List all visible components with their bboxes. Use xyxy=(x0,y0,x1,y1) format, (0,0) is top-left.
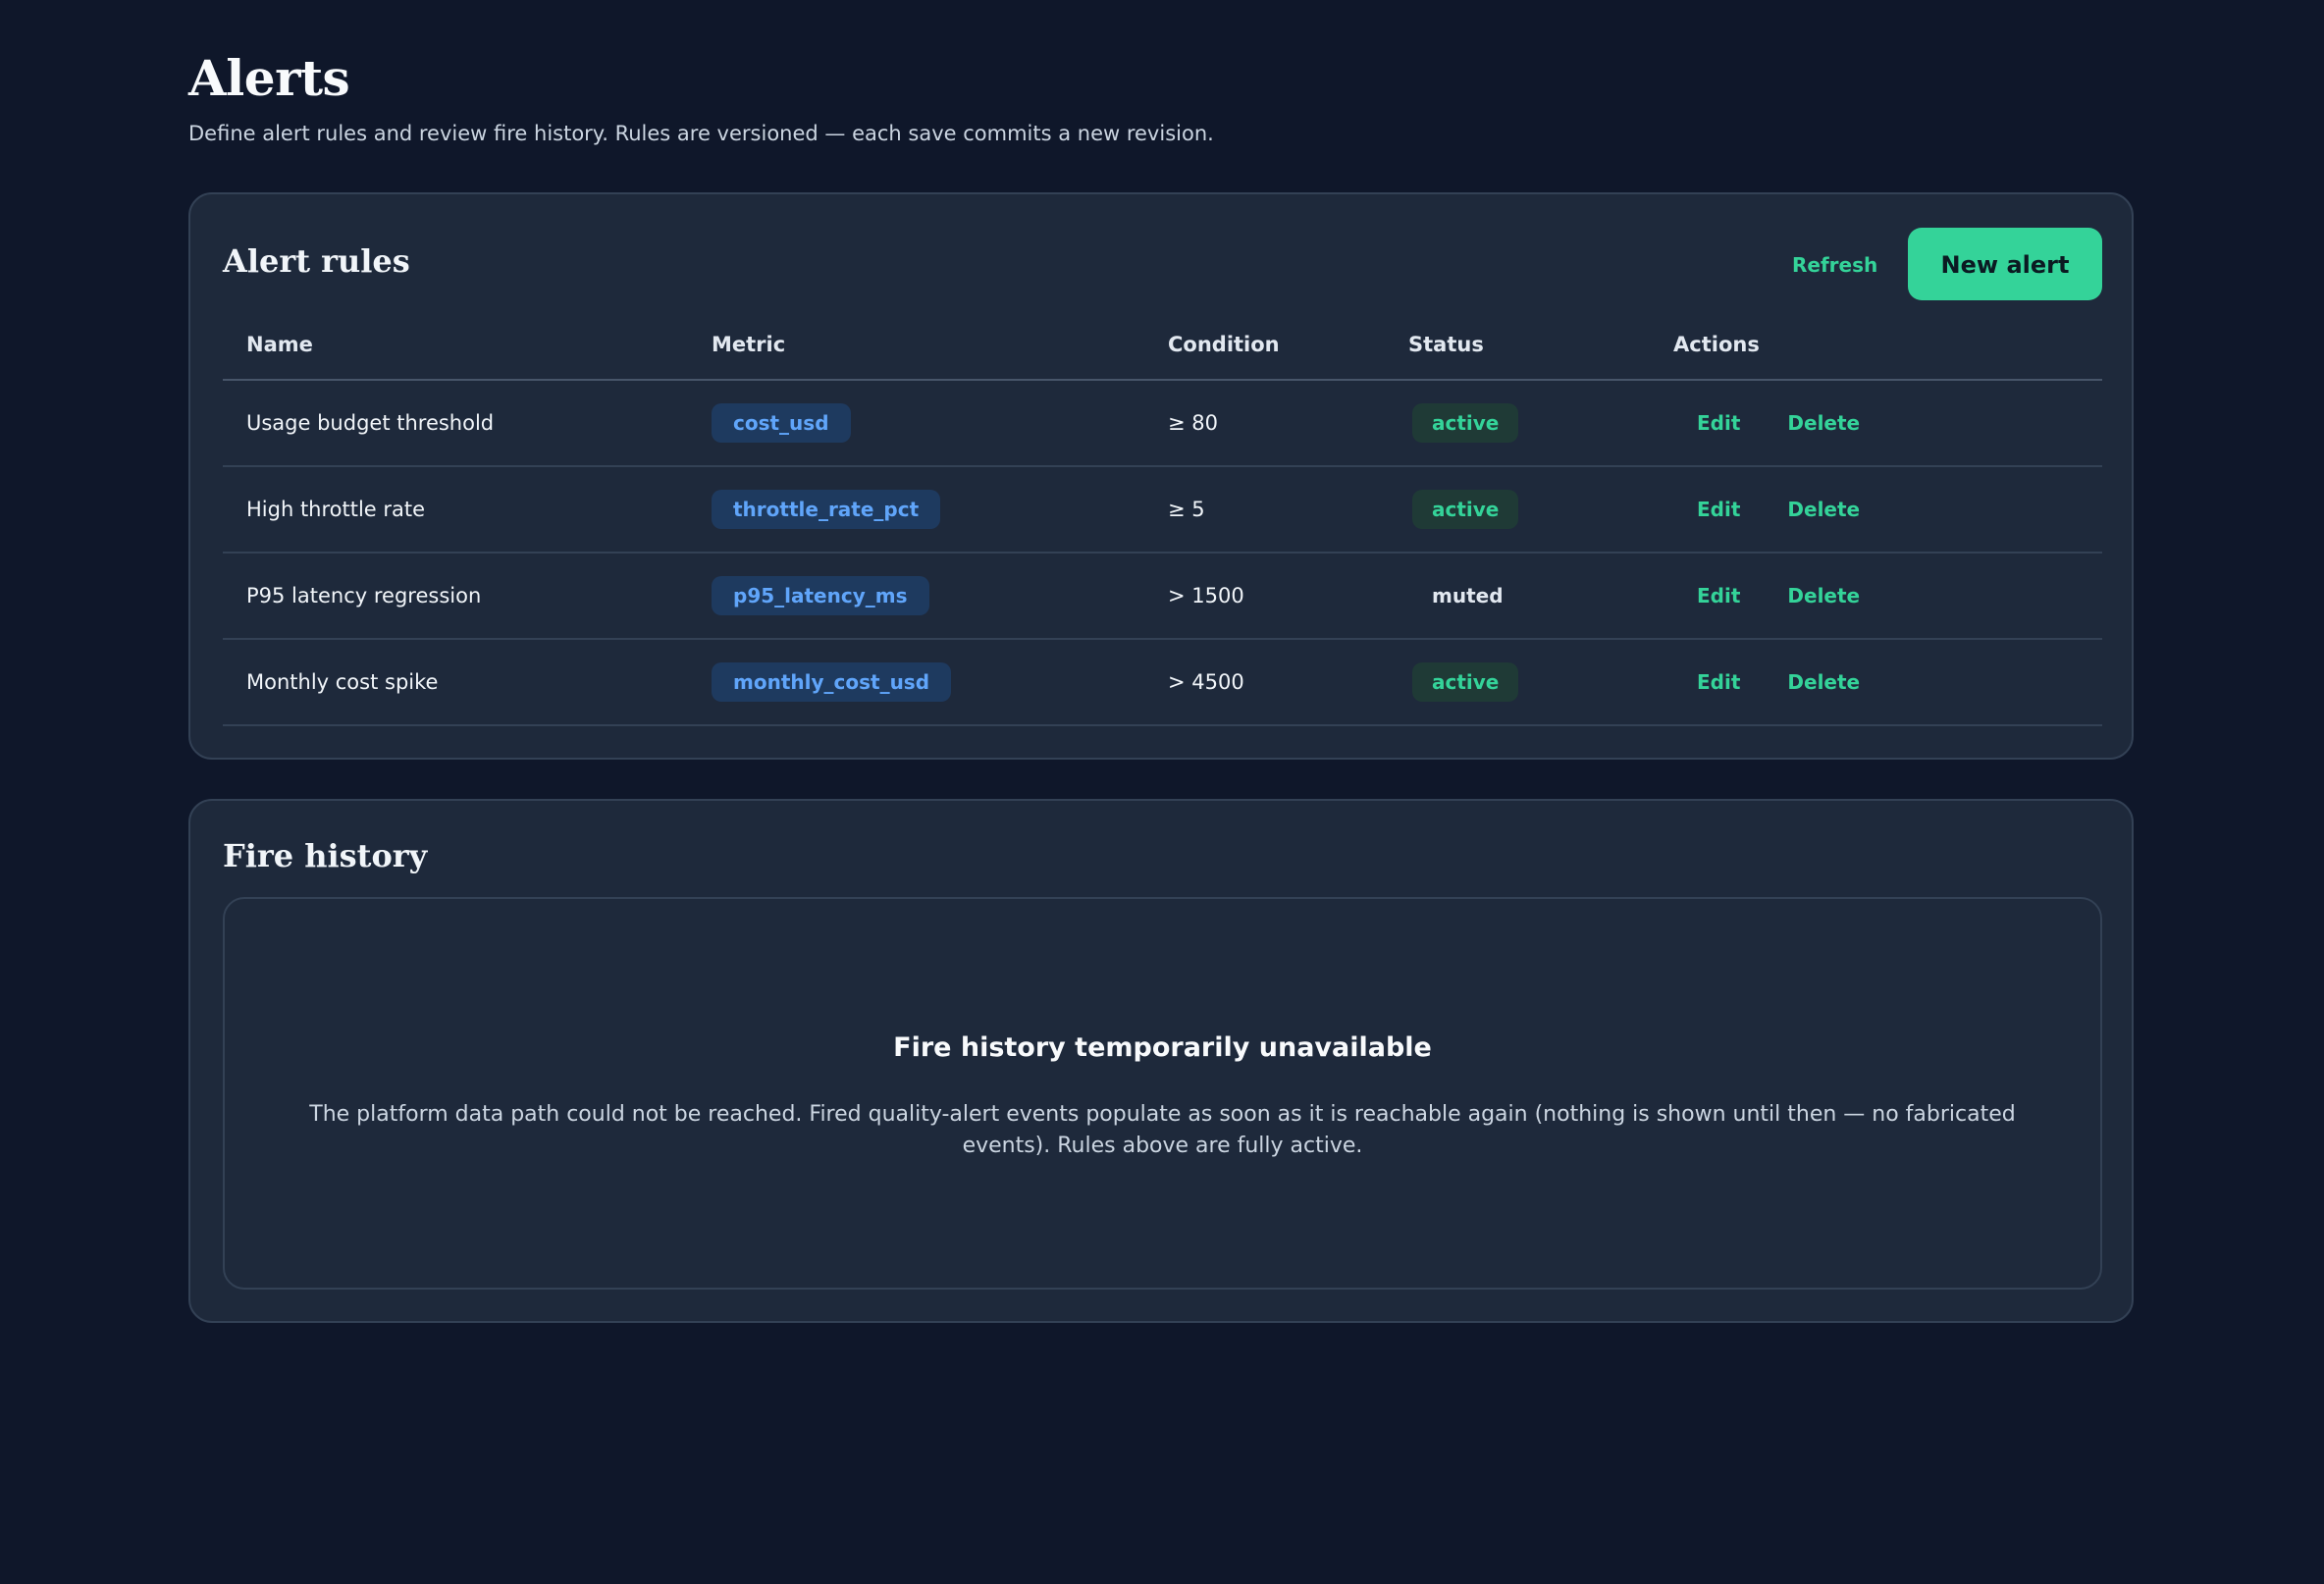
empty-state-message: The platform data path could not be reac… xyxy=(309,1102,2016,1158)
delete-button[interactable]: Delete xyxy=(1764,662,1883,702)
fire-history-empty-state: Fire history temporarily unavailable The… xyxy=(223,897,2102,1290)
page-title: Alerts xyxy=(188,49,350,107)
empty-state-heading: Fire history temporarily unavailable xyxy=(893,1032,1432,1063)
rule-name: P95 latency regression xyxy=(223,553,688,640)
delete-button[interactable]: Delete xyxy=(1764,576,1883,615)
alert-rules-table: Name Metric Condition Status Actions Usa… xyxy=(223,310,2102,726)
delete-button[interactable]: Delete xyxy=(1764,490,1883,529)
alert-rules-card: Alert rules Refresh New alert Name Metri… xyxy=(188,192,2134,760)
rule-condition: ≥ 80 xyxy=(1144,380,1385,467)
edit-button[interactable]: Edit xyxy=(1673,662,1764,702)
rule-name: Usage budget threshold xyxy=(223,380,688,467)
table-row: Usage budget threshold cost_usd ≥ 80 act… xyxy=(223,380,2102,467)
column-header-name: Name xyxy=(223,310,688,381)
status-badge: active xyxy=(1412,490,1519,529)
status-badge: active xyxy=(1412,662,1519,702)
table-header-row: Name Metric Condition Status Actions xyxy=(223,310,2102,381)
page-subtitle: Define alert rules and review fire histo… xyxy=(188,122,1214,145)
fire-history-card: Fire history Fire history temporarily un… xyxy=(188,799,2134,1323)
metric-chip: p95_latency_ms xyxy=(712,576,929,615)
edit-button[interactable]: Edit xyxy=(1673,490,1764,529)
rule-name: Monthly cost spike xyxy=(223,639,688,726)
metric-chip: monthly_cost_usd xyxy=(712,662,952,702)
delete-button[interactable]: Delete xyxy=(1764,403,1883,443)
fire-history-title: Fire history xyxy=(223,837,428,874)
column-header-actions: Actions xyxy=(1650,310,2102,381)
column-header-status: Status xyxy=(1385,310,1650,381)
rule-condition: > 1500 xyxy=(1144,553,1385,640)
rule-condition: ≥ 5 xyxy=(1144,466,1385,554)
status-badge: muted xyxy=(1432,584,1504,607)
metric-chip: throttle_rate_pct xyxy=(712,490,941,529)
column-header-condition: Condition xyxy=(1144,310,1385,381)
edit-button[interactable]: Edit xyxy=(1673,403,1764,443)
status-badge: active xyxy=(1412,403,1519,443)
rule-name: High throttle rate xyxy=(223,466,688,554)
refresh-button[interactable]: Refresh xyxy=(1776,241,1893,289)
new-alert-button[interactable]: New alert xyxy=(1908,228,2102,300)
table-row: High throttle rate throttle_rate_pct ≥ 5… xyxy=(223,466,2102,554)
table-row: P95 latency regression p95_latency_ms > … xyxy=(223,553,2102,640)
rule-condition: > 4500 xyxy=(1144,639,1385,726)
edit-button[interactable]: Edit xyxy=(1673,576,1764,615)
column-header-metric: Metric xyxy=(688,310,1144,381)
alert-rules-title: Alert rules xyxy=(223,242,410,280)
table-row: Monthly cost spike monthly_cost_usd > 45… xyxy=(223,639,2102,726)
metric-chip: cost_usd xyxy=(712,403,851,443)
